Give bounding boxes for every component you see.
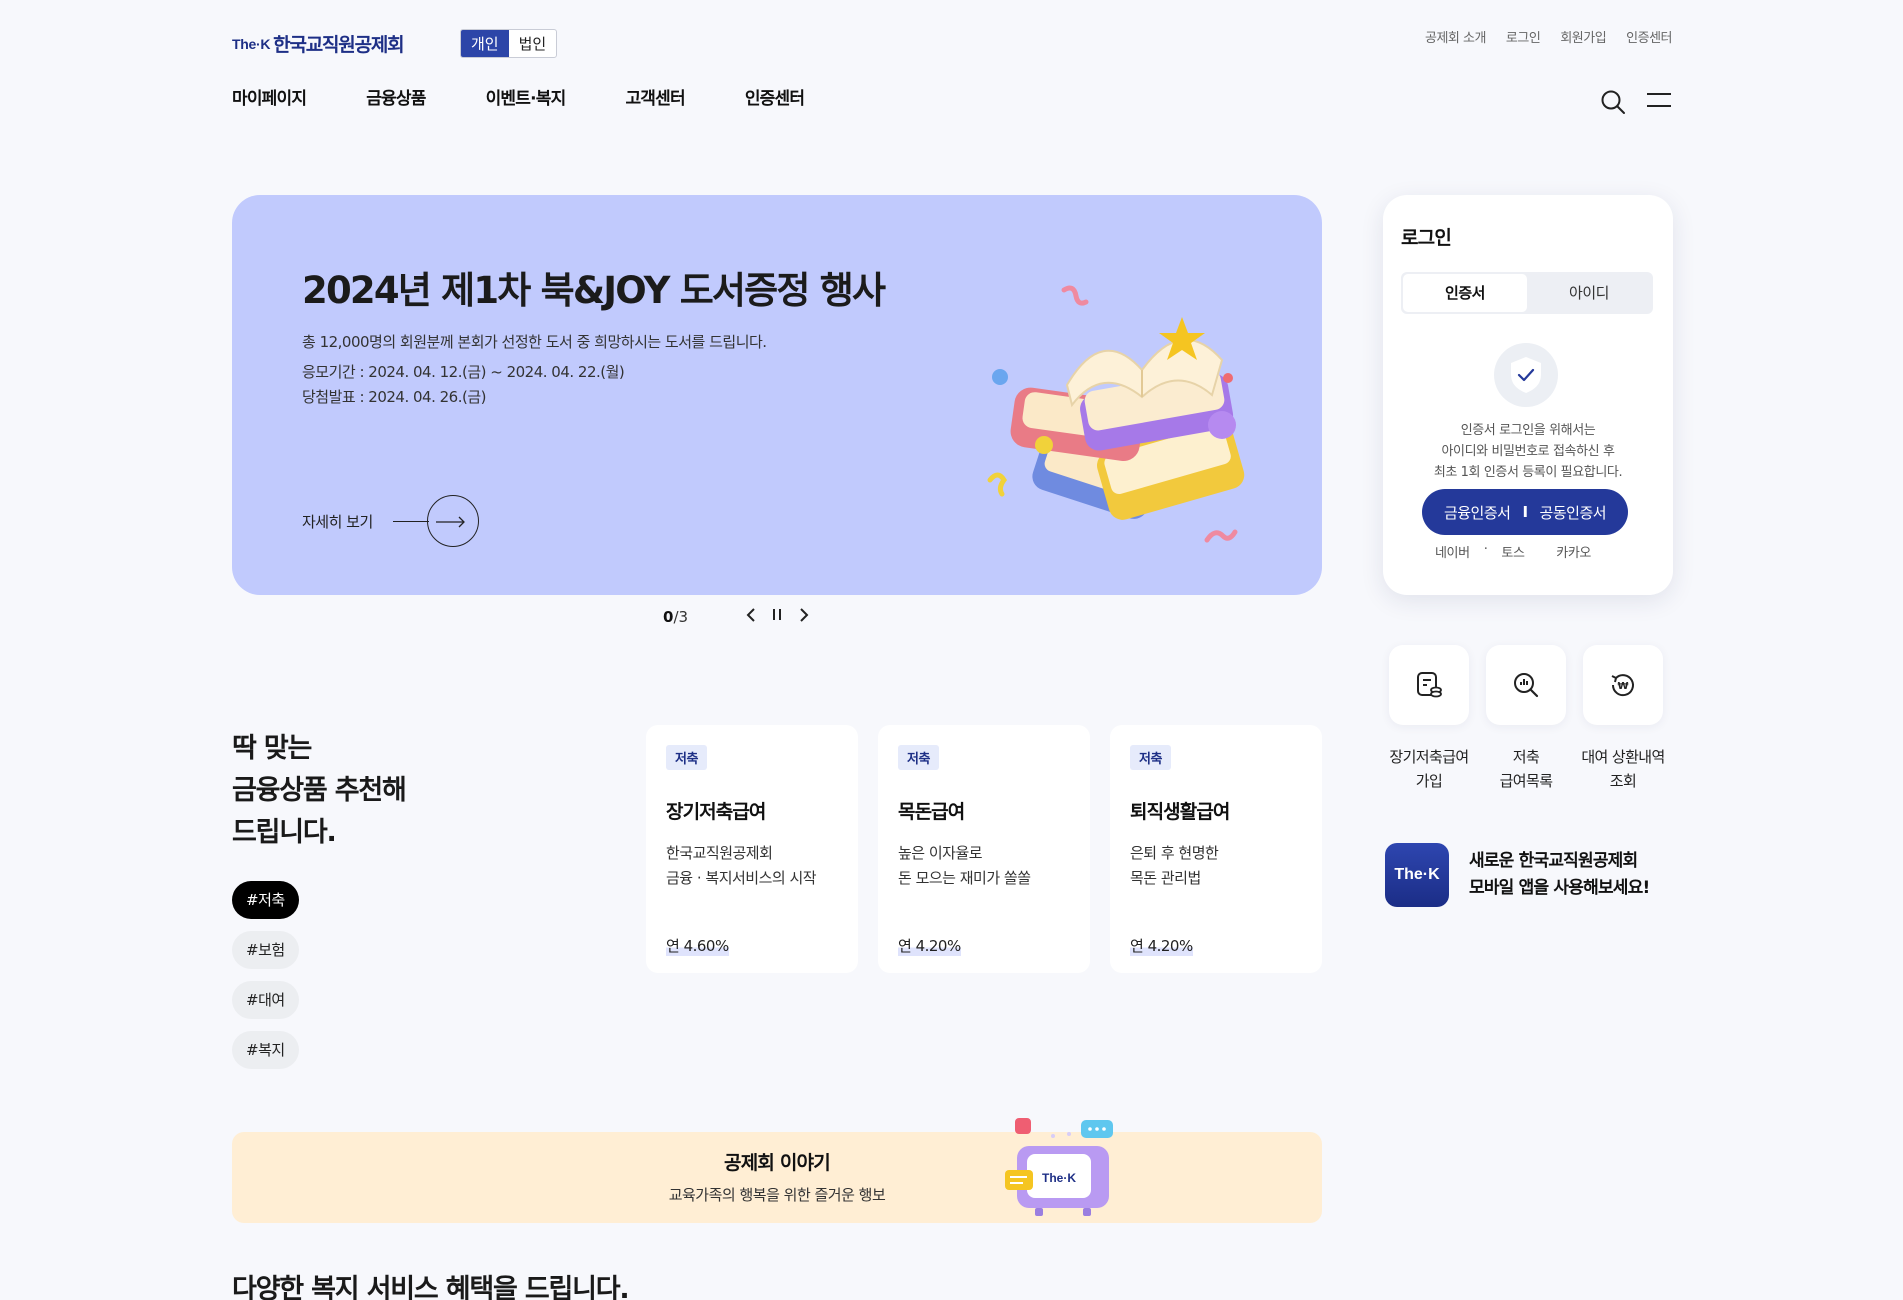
hero-description: 총 12,000명의 회원분께 본회가 선정한 도서 중 희망하시는 도서를 드… [302,333,767,351]
recommend-title: 딱 맞는 금융상품 추천해 드립니다. [232,733,407,848]
tab-id[interactable]: 아이디 [1527,274,1651,312]
tab-certificate[interactable]: 인증서 [1403,274,1527,312]
hero-announcement: 당첨발표 : 2024. 04. 26.(금) [302,388,486,406]
cert-login-button: 금융인증서 I 공동인증서 [1422,489,1628,535]
product-desc: 높은 이자율로 돈 모으는 재미가 쏠쏠 [898,844,1031,887]
hero-title: 2024년 제1차 북&JOY 도서증정 행사 [302,269,886,312]
welfare-section-title: 다양한 복지 서비스 혜택을 드립니다. [232,1274,630,1300]
login-card: 로그인 인증서 아이디 인증서 로그인을 위해서는 아이디와 비밀번호로 접속하… [1383,195,1673,595]
svg-text:₩: ₩ [1617,681,1628,692]
login-title: 로그인 [1401,227,1452,249]
shield-check-icon [1494,343,1558,407]
product-rate: 연 4.60% [666,935,729,956]
social-naver[interactable]: 네이버 [1435,542,1470,561]
savings-document-icon [1389,645,1469,725]
story-banner[interactable]: 공제회 이야기 교육가족의 행복을 위한 즐거운 행보 The·K [232,1118,1322,1223]
app-promo[interactable]: The·K 새로운 한국교직원공제회 모바일 앱을 사용해보세요! [1385,843,1650,907]
hero-more-label: 자세히 보기 [302,512,373,531]
nav-financial-products[interactable]: 금융상품 [366,84,426,109]
story-description: 교육가족의 행복을 위한 즐거운 행보 [668,1186,886,1204]
search-chart-icon [1486,645,1566,725]
social-kakao[interactable]: 카카오 [1556,542,1591,561]
app-promo-text: 새로운 한국교직원공제회 모바일 앱을 사용해보세요! [1469,851,1650,898]
member-type-toggle: 개인 법인 [460,29,558,58]
login-guide: 인증서 로그인을 위해서는 아이디와 비밀번호로 접속하신 후 최초 1회 인증… [1433,423,1623,480]
hero-more-link[interactable]: 자세히 보기 [302,495,479,547]
hero-more-line [392,520,429,522]
quick-menu-label: 대여 상환내역 조회 [1581,748,1665,790]
tv-illustration-icon: The·K [1005,1118,1113,1216]
tag-savings[interactable]: #저축 [232,881,299,919]
tag-loan[interactable]: #대여 [232,981,299,1019]
tv-screen-text: The·K [1042,1171,1076,1185]
hero-period: 응모기간 : 2024. 04. 12.(금) ~ 2024. 04. 22.(… [302,363,625,381]
product-card[interactable]: 저축 장기저축급여 한국교직원공제회 금융 · 복지서비스의 시작 연 4.60… [646,725,858,973]
link-signup[interactable]: 회원가입 [1560,27,1606,46]
nav-mypage[interactable]: 마이페이지 [232,84,307,109]
product-name: 장기저축급여 [666,801,766,823]
chevron-left-icon[interactable] [743,606,759,624]
nav-cert-center[interactable]: 인증센터 [745,84,805,109]
product-card[interactable]: 저축 퇴직생활급여 은퇴 후 현명한 목돈 관리법 연 4.20% [1110,725,1322,973]
search-icon[interactable] [1600,89,1626,115]
tag-welfare[interactable]: #복지 [232,1031,299,1069]
product-badge: 저축 [1130,745,1172,770]
financial-cert-button[interactable]: 금융인증서 [1444,502,1511,523]
pause-icon[interactable] [770,607,784,623]
books-illustration-icon [987,285,1245,543]
member-type-personal[interactable]: 개인 [461,30,509,57]
cert-separator: I [1522,503,1528,521]
product-desc: 한국교직원공제회 금융 · 복지서비스의 시작 [666,844,817,887]
quick-menu-loan-history[interactable]: ₩ 대여 상환내역 조회 [1581,645,1665,790]
social-separator: · [1483,542,1488,557]
member-type-corporate[interactable]: 법인 [509,30,557,57]
story-title: 공제회 이야기 [724,1152,831,1174]
recommend-tags: #저축 #보험 #대여 #복지 [232,881,299,1069]
carousel-pager: 0/3 [663,608,688,626]
pager-current: 0 [663,608,674,626]
product-desc: 은퇴 후 현명한 목돈 관리법 [1130,844,1219,887]
product-badge: 저축 [898,745,940,770]
quick-menu-savings-list[interactable]: 저축 급여목록 [1486,645,1566,790]
product-name: 목돈급여 [898,801,965,823]
link-login[interactable]: 로그인 [1506,27,1541,46]
social-toss[interactable]: 토스 [1501,542,1525,561]
utility-links: 공제회 소개 로그인 회원가입 인증센터 [1425,27,1673,46]
social-login-links: 네이버 · 토스 · 카카오 [1435,542,1591,561]
quick-menu-savings-join[interactable]: 장기저축급여 가입 [1389,645,1469,790]
logo[interactable]: The·K 한국교직원공제회 [232,30,405,57]
won-refresh-icon: ₩ [1583,645,1663,725]
pager-total: /3 [673,608,689,626]
login-tabs: 인증서 아이디 [1401,272,1653,314]
main-nav: 마이페이지 금융상품 이벤트·복지 고객센터 인증센터 [232,84,805,109]
chevron-right-icon[interactable] [796,606,812,624]
app-icon: The·K [1385,843,1449,907]
logo-name: 한국교직원공제회 [273,34,404,56]
product-badge: 저축 [666,745,708,770]
nav-events-welfare[interactable]: 이벤트·복지 [486,84,567,109]
hero-banner[interactable]: 2024년 제1차 북&JOY 도서증정 행사 총 12,000명의 회원분께 … [232,195,1322,595]
tag-insurance[interactable]: #보험 [232,931,299,969]
logo-mark: The·K [232,35,271,52]
link-cert-center[interactable]: 인증센터 [1626,27,1672,46]
nav-customer-center[interactable]: 고객센터 [625,84,685,109]
product-rate: 연 4.20% [1130,935,1193,956]
product-rate: 연 4.20% [898,935,961,956]
app-icon-text: The·K [1394,866,1440,883]
arrow-right-icon [426,495,479,547]
product-card[interactable]: 저축 목돈급여 높은 이자율로 돈 모으는 재미가 쏠쏠 연 4.20% [878,725,1090,973]
hamburger-menu-icon[interactable] [1647,93,1671,109]
product-name: 퇴직생활급여 [1130,801,1230,823]
link-about[interactable]: 공제회 소개 [1425,27,1486,46]
joint-cert-button[interactable]: 공동인증서 [1540,502,1607,523]
